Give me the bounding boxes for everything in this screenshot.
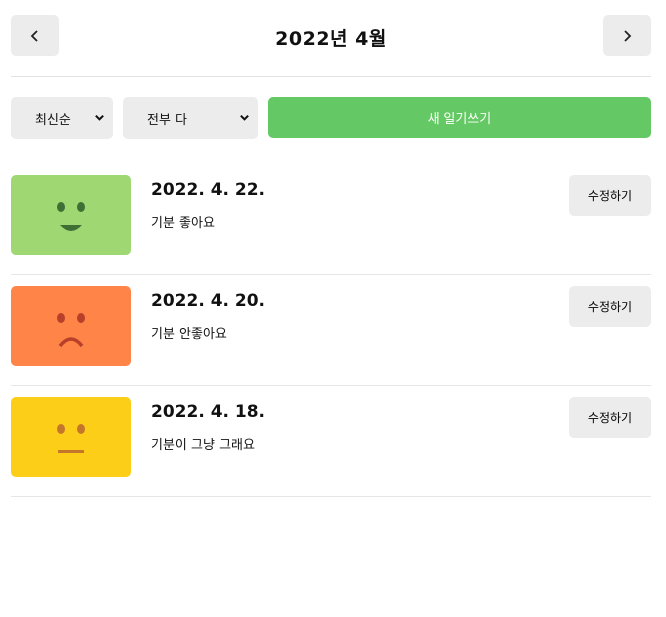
filter-select-value: 전부 다 — [147, 112, 188, 128]
neutral-face-icon — [57, 424, 85, 453]
sort-select-value: 최신순 — [35, 112, 71, 128]
sad-face-icon — [57, 313, 85, 348]
diary-content[interactable]: 기분 안좋아요 — [151, 323, 227, 342]
edit-button[interactable]: 수정하기 — [569, 175, 651, 216]
edit-button[interactable]: 수정하기 — [569, 397, 651, 438]
diary-item: 2022. 4. 18. 기분이 그냥 그래요 수정하기 — [11, 386, 651, 497]
diary-date: 2022. 4. 18. — [151, 402, 266, 422]
next-month-button[interactable] — [603, 15, 651, 56]
chevron-down-icon — [95, 114, 104, 121]
sort-select[interactable]: 최신순 — [11, 97, 113, 139]
diary-item: 2022. 4. 22. 기분 좋아요 수정하기 — [11, 164, 651, 275]
diary-list: 2022. 4. 22. 기분 좋아요 수정하기 2022. 4. 20. 기분… — [11, 164, 651, 497]
chevron-right-icon — [624, 29, 632, 42]
header-divider — [11, 76, 651, 77]
emotion-image-good[interactable] — [11, 175, 131, 255]
edit-button[interactable]: 수정하기 — [569, 286, 651, 327]
emotion-filter-select[interactable]: 전부 다 — [123, 97, 258, 139]
emotion-image-bad[interactable] — [11, 286, 131, 366]
diary-content[interactable]: 기분 좋아요 — [151, 212, 215, 231]
diary-date: 2022. 4. 20. — [151, 291, 266, 311]
menu-bar: 최신순 전부 다 새 일기쓰기 — [11, 97, 651, 139]
diary-app: 2022년 4월 최신순 전부 다 새 일기쓰기 2022. 4. 22. 기분… — [0, 0, 666, 617]
header: 2022년 4월 — [11, 15, 651, 56]
diary-content[interactable]: 기분이 그냥 그래요 — [151, 434, 255, 453]
new-diary-button[interactable]: 새 일기쓰기 — [268, 97, 651, 138]
happy-face-icon — [57, 202, 85, 231]
header-title: 2022년 4월 — [275, 28, 387, 50]
chevron-down-icon — [240, 114, 249, 121]
emotion-image-soso[interactable] — [11, 397, 131, 477]
diary-date: 2022. 4. 22. — [151, 180, 266, 200]
diary-item: 2022. 4. 20. 기분 안좋아요 수정하기 — [11, 275, 651, 386]
